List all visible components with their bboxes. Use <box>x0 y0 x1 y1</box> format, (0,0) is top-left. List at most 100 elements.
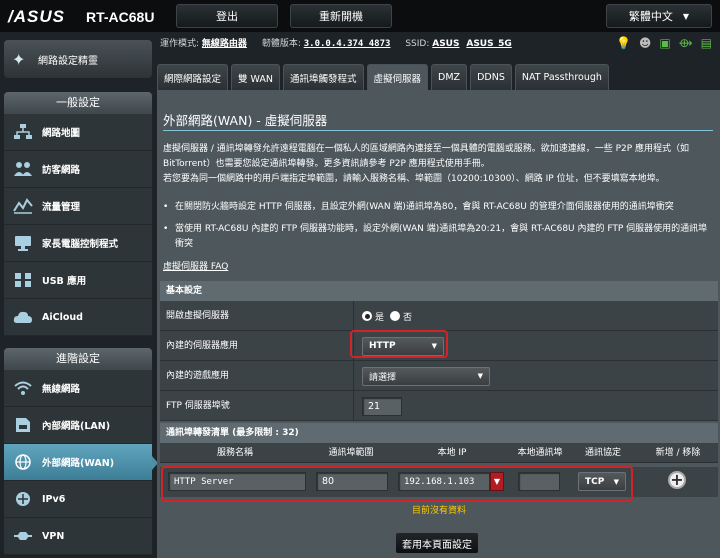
protocol-select[interactable]: TCP ▼ <box>578 472 626 491</box>
notice-item: • 在關閉防火牆時設定 HTTP 伺服器，且設定外網(WAN 端)通訊埠為80，… <box>163 200 715 215</box>
top-bar: /ASUS RT-AC68U 登出 重新開機 繁體中文 ▼ <box>0 0 720 32</box>
tab-virtual-server[interactable]: 虛擬伺服器 <box>366 64 429 90</box>
sidebar-item-guest-network[interactable]: 訪客網路 <box>4 151 152 188</box>
sidebar-item-label: IPv6 <box>42 493 66 505</box>
general-section-title: 一般設定 <box>4 92 152 114</box>
light-bulb-icon[interactable]: 💡 <box>616 36 631 50</box>
wan-icon <box>12 452 34 472</box>
sidebar-item-label: 外部網路(WAN) <box>42 458 115 469</box>
chevron-down-icon: ▼ <box>477 372 483 380</box>
enable-virtual-server-radios: 是 否 <box>362 301 412 331</box>
main-panel: 外部網路(WAN) - 虛擬伺服器 虛擬伺服器 / 通訊埠轉發允許遠程電腦在一個… <box>157 90 720 558</box>
sidebar-item-label: AiCloud <box>42 311 83 323</box>
col-service-name: 服務名稱 <box>216 448 253 458</box>
famous-game-select[interactable]: 請選擇 ▼ <box>362 366 490 386</box>
basic-config-header: 基本設定 <box>160 281 718 301</box>
description-line: 若您要為同一個網路中的用戶端指定埠範圍，請輸入服務名稱、埠範圍（10200:10… <box>163 174 665 184</box>
add-rule-button[interactable]: + <box>668 471 686 489</box>
user-group-icon[interactable]: ☻ <box>639 36 652 50</box>
radio-no-label: 否 <box>403 312 413 323</box>
tab-nat-passthrough[interactable]: NAT Passthrough <box>514 64 609 90</box>
tab-dmz[interactable]: DMZ <box>431 64 468 90</box>
ssid-label: SSID: <box>405 39 430 49</box>
sidebar-item-label: VPN <box>42 530 65 542</box>
sidebar-item-vpn[interactable]: VPN <box>4 518 152 555</box>
protocol-value: TCP <box>585 476 605 487</box>
ftp-port-input[interactable]: 21 <box>362 396 402 416</box>
service-name-input[interactable]: HTTP Server <box>168 472 306 491</box>
vpn-icon <box>12 526 34 546</box>
sidebar-item-wireless[interactable]: 無線網路 <box>4 370 152 407</box>
logout-button[interactable]: 登出 <box>176 4 278 28</box>
famous-server-control: HTTP ▼ <box>362 331 444 361</box>
notice-text: 當使用 RT-AC68U 內建的 FTP 伺服器功能時，設定外網(WAN 端)通… <box>175 224 708 249</box>
usb-status-icon[interactable]: ⟴ <box>679 36 693 50</box>
sidebar-item-label: 訪客網路 <box>42 165 81 176</box>
local-ip-control: 192.168.1.103 ▼ <box>398 472 504 491</box>
status-icons: 💡 ☻ ▣ ⟴ ▤ <box>616 36 712 50</box>
radio-yes-label: 是 <box>375 312 385 323</box>
guest-network-icon <box>12 159 34 179</box>
famous-game-control: 請選擇 ▼ <box>362 361 490 391</box>
notice-list: • 在關閉防火牆時設定 HTTP 伺服器，且設定外網(WAN 端)通訊埠為80，… <box>163 200 715 259</box>
network-map-icon <box>12 122 34 142</box>
famous-server-select[interactable]: HTTP ▼ <box>362 336 444 356</box>
description-line: 虛擬伺服器 / 通訊埠轉發允許遠程電腦在一個私人的區域網路內連接至一個具體的電腦… <box>163 144 690 154</box>
port-forward-new-row: HTTP Server 80 192.168.1.103 ▼ TCP ▼ + <box>160 467 718 497</box>
ftp-port-row: FTP 伺服器埠號 21 <box>160 391 718 421</box>
firmware-label: 韌體版本: <box>261 39 301 49</box>
sidebar-item-parental-control[interactable]: 家長電腦控制程式 <box>4 225 152 262</box>
operation-mode-link[interactable]: 無線路由器 <box>202 39 247 49</box>
tab-dual-wan[interactable]: 雙 WAN <box>231 64 281 90</box>
magic-wand-icon: ✦ <box>12 49 26 69</box>
model-name: RT-AC68U <box>86 9 155 25</box>
faq-link[interactable]: 虛擬伺服器 FAQ <box>163 259 228 272</box>
apply-button[interactable]: 套用本頁面設定 <box>395 532 479 554</box>
local-ip-input[interactable]: 192.168.1.103 <box>398 472 490 491</box>
page-description: 虛擬伺服器 / 通訊埠轉發允許遠程電腦在一個私人的區域網路內連接至一個具體的電腦… <box>163 142 715 187</box>
language-label: 繁體中文 <box>628 10 673 23</box>
network-status-icon[interactable]: ▤ <box>701 36 712 50</box>
language-select[interactable]: 繁體中文 ▼ <box>606 4 712 28</box>
radio-no[interactable] <box>390 311 401 321</box>
sidebar-item-aicloud[interactable]: AiCloud <box>4 299 152 336</box>
status-info-bar: 運作模式: 無線路由器 韌體版本: 3.0.0.4.374_4873 SSID:… <box>160 36 720 58</box>
quick-setup-label: 網路設定精靈 <box>38 55 98 67</box>
local-port-input[interactable] <box>518 472 560 491</box>
reboot-button[interactable]: 重新開機 <box>290 4 392 28</box>
aicloud-icon <box>12 307 34 327</box>
printer-icon[interactable]: ▣ <box>659 36 670 50</box>
sidebar-item-usb-app[interactable]: USB 應用 <box>4 262 152 299</box>
tab-internet-connection[interactable]: 網際網路設定 <box>157 64 229 90</box>
ssid-5g-link[interactable]: ASUS_5G <box>466 39 511 49</box>
radio-yes[interactable] <box>362 311 372 321</box>
ssid-2g-link[interactable]: ASUS <box>432 39 459 49</box>
bullet-icon: • <box>163 202 169 212</box>
port-forward-list-header: 通訊埠轉發清單 (最多限制 : 32) <box>160 423 718 443</box>
sidebar-item-wan[interactable]: 外部網路(WAN) <box>4 444 152 481</box>
sidebar-item-network-map[interactable]: 網路地圖 <box>4 114 152 151</box>
col-local-ip: 本地 IP <box>437 448 467 458</box>
sidebar-item-lan[interactable]: 內部網路(LAN) <box>4 407 152 444</box>
sidebar-item-traffic-manager[interactable]: 流量管理 <box>4 188 152 225</box>
client-list-dropdown-icon[interactable]: ▼ <box>490 472 504 491</box>
sidebar-item-ipv6[interactable]: IPv6 <box>4 481 152 518</box>
col-add-remove: 新增 / 移除 <box>655 448 701 458</box>
firmware-version-link[interactable]: 3.0.0.4.374_4873 <box>304 39 391 49</box>
notice-item: • 當使用 RT-AC68U 內建的 FTP 伺服器功能時，設定外網(WAN 端… <box>163 222 715 252</box>
tab-port-trigger[interactable]: 通訊埠觸發程式 <box>283 64 364 90</box>
sidebar-item-label: 流量管理 <box>42 202 81 213</box>
wan-tabs: 網際網路設定 雙 WAN 通訊埠觸發程式 虛擬伺服器 DMZ DDNS NAT … <box>157 64 609 90</box>
sidebar-item-label: 無線網路 <box>42 384 81 395</box>
famous-server-value: HTTP <box>369 341 396 351</box>
quick-setup-button[interactable]: ✦ 網路設定精靈 <box>4 40 152 78</box>
col-protocol: 通訊協定 <box>584 448 621 458</box>
parental-control-icon <box>12 233 34 253</box>
sidebar-item-label: 網路地圖 <box>42 128 81 139</box>
port-range-input[interactable]: 80 <box>316 472 388 491</box>
famous-game-label: 內建的遊戲應用 <box>166 361 354 391</box>
tab-ddns[interactable]: DDNS <box>470 64 512 90</box>
col-port-range: 通訊埠範圍 <box>328 448 374 458</box>
chevron-down-icon: ▼ <box>682 11 690 21</box>
description-line: BitTorrent）也需要您設定通訊埠轉發。更多資訊請參考 P2P 應用程式使… <box>163 159 490 169</box>
